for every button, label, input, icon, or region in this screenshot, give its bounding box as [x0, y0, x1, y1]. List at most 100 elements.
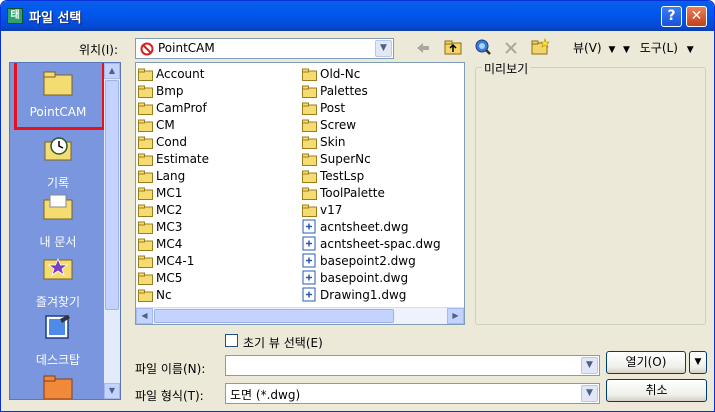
list-item[interactable]: Lang — [138, 168, 209, 185]
list-item[interactable]: SuperNc — [302, 151, 441, 168]
desktop-icon — [45, 315, 70, 339]
no-entry-icon — [140, 42, 154, 56]
chevron-down-icon: ▼ — [694, 357, 702, 367]
list-item[interactable]: CamProf — [138, 100, 209, 117]
list-item[interactable]: acntsheet.dwg — [302, 219, 441, 236]
list-item[interactable]: basepoint2.dwg — [302, 253, 441, 270]
list-item[interactable]: TestLsp — [302, 168, 441, 185]
chevron-down-icon[interactable]: ▼ — [375, 40, 392, 57]
list-item[interactable]: basepoint.dwg — [302, 270, 441, 287]
chevron-down-icon[interactable]: ▼ — [104, 383, 120, 399]
list-item[interactable]: Nc — [138, 287, 209, 304]
tools-menu-button[interactable]: ▼ 도구(L) ▼ — [623, 39, 694, 57]
file-list-hscrollbar[interactable]: ◀ ▶ — [136, 307, 464, 324]
lookin-value: PointCAM — [158, 41, 215, 55]
chevron-down-icon: ▼ — [623, 45, 630, 55]
chevron-left-icon[interactable]: ◀ — [136, 308, 153, 324]
scroll-thumb[interactable] — [154, 309, 394, 323]
place-my-documents[interactable]: 내 문서 — [10, 193, 106, 250]
filetype-label: 파일 형식(T): — [135, 389, 204, 403]
place-more[interactable] — [10, 373, 106, 399]
list-item[interactable]: MC4-1 — [138, 253, 209, 270]
folder-icon — [138, 255, 153, 268]
folder-icon — [138, 136, 153, 149]
folder-icon — [138, 153, 153, 166]
dwg-file-icon — [302, 270, 316, 285]
list-item[interactable]: Cond — [138, 134, 209, 151]
list-item[interactable]: Palettes — [302, 83, 441, 100]
scroll-thumb[interactable] — [105, 80, 119, 310]
list-item[interactable]: MC4 — [138, 236, 209, 253]
list-item[interactable]: ToolPalette — [302, 185, 441, 202]
preview-label: 미리보기 — [482, 60, 531, 77]
file-column-2: Old-Nc Palettes Post Screw Skin SuperNc … — [302, 66, 441, 304]
folder-icon — [138, 85, 153, 98]
folder-icon — [138, 272, 153, 285]
open-options-button[interactable]: ▼ — [689, 351, 707, 374]
folder-icon — [138, 68, 153, 81]
up-folder-icon[interactable] — [444, 39, 462, 55]
title-bar[interactable]: 태 파일 선택 ? ✕ — [1, 1, 714, 31]
list-item[interactable]: MC3 — [138, 219, 209, 236]
folder-icon — [138, 170, 153, 183]
list-item[interactable]: MC1 — [138, 185, 209, 202]
chevron-down-icon: ▼ — [608, 45, 616, 55]
preview-panel: 미리보기 — [475, 60, 706, 325]
delete-icon[interactable] — [504, 41, 518, 55]
folder-icon — [138, 187, 153, 200]
file-select-dialog: 태 파일 선택 ? ✕ 위치(I): PointCAM ▼ 뷰(V) ▼ ▼ 도… — [0, 0, 715, 412]
filetype-value: 도면 (*.dwg) — [230, 388, 301, 402]
list-item[interactable]: Post — [302, 100, 441, 117]
list-item[interactable]: MC5 — [138, 270, 209, 287]
my-documents-icon — [43, 194, 73, 220]
list-item[interactable]: Skin — [302, 134, 441, 151]
chevron-down-icon[interactable]: ▼ — [581, 385, 598, 402]
list-item[interactable]: MC2 — [138, 202, 209, 219]
file-column-1: Account Bmp CamProf CM Cond Estimate Lan… — [138, 66, 209, 304]
list-item[interactable]: Old-Nc — [302, 66, 441, 83]
open-button[interactable]: 열기(O) — [606, 351, 686, 374]
place-favorites[interactable]: 즐겨찾기 — [10, 253, 106, 310]
places-scrollbar[interactable]: ▲ ▼ — [104, 63, 120, 399]
list-item[interactable]: Account — [138, 66, 209, 83]
list-item[interactable]: acntsheet-spac.dwg — [302, 236, 441, 253]
view-menu-button[interactable]: 뷰(V) ▼ — [573, 39, 615, 57]
folder-icon — [302, 85, 317, 98]
help-button[interactable]: ? — [661, 6, 682, 27]
initial-view-checkbox[interactable] — [225, 334, 238, 347]
cancel-button[interactable]: 취소 — [606, 379, 707, 402]
folder-icon — [302, 170, 317, 183]
place-pointcam[interactable]: PointCAM — [10, 69, 106, 119]
back-arrow-icon[interactable] — [415, 41, 431, 55]
folder-icon — [138, 238, 153, 251]
list-item[interactable]: Bmp — [138, 83, 209, 100]
folder-icon — [302, 187, 317, 200]
history-icon — [44, 137, 72, 161]
search-web-icon[interactable] — [474, 39, 492, 56]
filename-label: 파일 이름(N): — [135, 362, 206, 376]
chevron-down-icon[interactable]: ▼ — [581, 357, 598, 374]
folder-icon — [138, 102, 153, 115]
list-item[interactable]: v17 — [302, 202, 441, 219]
view-menu-label: 뷰(V) — [573, 41, 602, 55]
place-label: 즐겨찾기 — [35, 295, 81, 309]
file-list[interactable]: Account Bmp CamProf CM Cond Estimate Lan… — [135, 62, 465, 325]
chevron-right-icon[interactable]: ▶ — [447, 308, 464, 324]
close-button[interactable]: ✕ — [686, 6, 707, 27]
filetype-select[interactable]: 도면 (*.dwg) ▼ — [225, 383, 600, 404]
place-label: 데스크탑 — [35, 353, 81, 367]
folder-icon — [43, 71, 73, 96]
chevron-up-icon[interactable]: ▲ — [104, 63, 120, 79]
filename-input[interactable]: ▼ — [225, 355, 600, 376]
list-item[interactable]: CM — [138, 117, 209, 134]
lookin-label: 위치(I): — [79, 43, 119, 57]
list-item[interactable]: Estimate — [138, 151, 209, 168]
new-folder-icon[interactable] — [531, 38, 550, 55]
lookin-combo[interactable]: PointCAM ▼ — [135, 38, 394, 59]
place-desktop[interactable]: 데스크탑 — [10, 313, 106, 368]
folder-icon — [302, 68, 317, 81]
list-item[interactable]: Screw — [302, 117, 441, 134]
place-history[interactable]: 기록 — [10, 134, 106, 191]
list-item[interactable]: Drawing1.dwg — [302, 287, 441, 304]
folder-icon — [302, 153, 317, 166]
